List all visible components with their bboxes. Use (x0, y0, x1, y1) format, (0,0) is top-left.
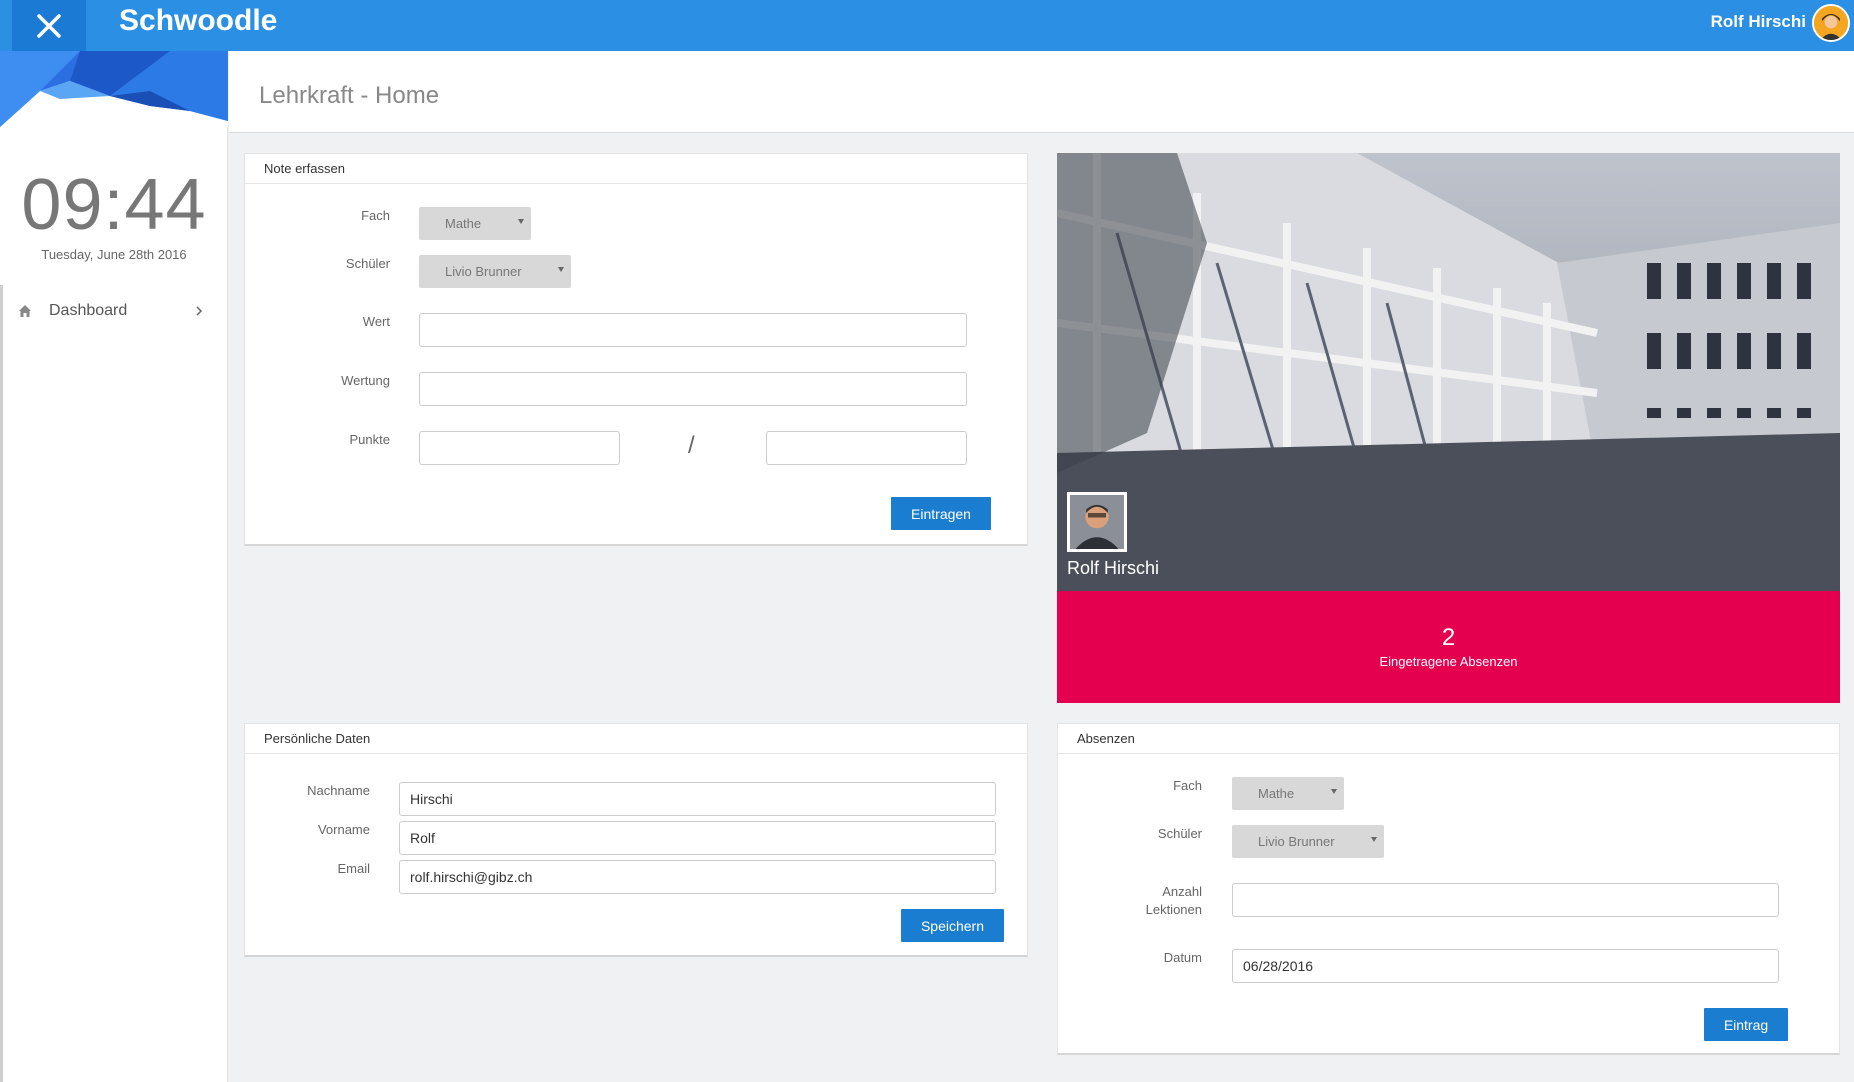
chevron-down-icon (518, 219, 524, 224)
sidebar-banner (0, 51, 228, 127)
chevron-down-icon (558, 267, 564, 272)
points-separator: / (688, 432, 695, 459)
grade-subject-label: Fach (361, 208, 390, 223)
points-achieved-input[interactable] (419, 431, 620, 465)
grade-student-select[interactable]: Livio Brunner (419, 255, 571, 288)
absence-student-label: Schüler (1157, 826, 1202, 841)
absence-count: 2 (1441, 624, 1456, 651)
sidebar-item-label: Dashboard (49, 302, 128, 319)
lessons-input[interactable] (1232, 883, 1779, 917)
absence-date-input[interactable] (1232, 949, 1779, 983)
panel-title: Absenzen (1058, 724, 1839, 754)
points-max-input[interactable] (766, 431, 967, 465)
absence-subject-label: Fach (1173, 778, 1202, 793)
lastname-label: Nachname (307, 783, 370, 798)
absence-summary-card[interactable]: 2 Eingetragene Absenzen (1057, 591, 1840, 703)
email-label: Email (337, 861, 370, 876)
chevron-down-icon (1331, 789, 1337, 794)
chevron-down-icon (1371, 837, 1377, 842)
firstname-input[interactable] (399, 821, 996, 855)
sidebar: 09:44 Tuesday, June 28th 2016 Dashboard (0, 51, 228, 1082)
lessons-label-line1: Anzahl (1162, 884, 1202, 899)
close-icon (37, 13, 61, 38)
grade-points-label: Punkte (349, 432, 390, 447)
profile-cover-image (1057, 153, 1840, 591)
grade-weight-input[interactable] (419, 372, 967, 406)
grade-value-input[interactable] (419, 313, 967, 347)
absence-subject-value: Mathe (1258, 786, 1295, 801)
lessons-label-line2: Lektionen (1145, 902, 1202, 917)
grade-subject-select[interactable]: Mathe (419, 207, 531, 240)
clock: 09:44 (21, 165, 207, 245)
absence-student-value: Livio Brunner (1258, 834, 1335, 849)
sidebar-item-dashboard[interactable]: Dashboard (0, 285, 228, 337)
firstname-label: Vorname (317, 822, 370, 837)
lastname-input[interactable] (399, 782, 996, 816)
grade-weight-label: Wertung (341, 373, 390, 388)
panel-title: Note erfassen (245, 154, 1027, 184)
user-avatar[interactable] (1812, 4, 1850, 42)
home-icon (19, 305, 31, 317)
grade-value-label: Wert (362, 314, 390, 329)
save-button[interactable]: Speichern (901, 909, 1004, 942)
absence-date-label: Datum (1163, 950, 1202, 965)
close-button[interactable] (12, 0, 86, 51)
submit-absence-button[interactable]: Eintrag (1704, 1008, 1788, 1041)
profile-avatar (1067, 492, 1127, 552)
email-input[interactable] (399, 860, 996, 894)
profile-name: Rolf Hirschi (1067, 558, 1160, 578)
page-header: Lehrkraft - Home (229, 51, 1854, 133)
absence-subject-select[interactable]: Mathe (1232, 777, 1344, 810)
clock-date: Tuesday, June 28th 2016 (41, 247, 187, 262)
grade-student-value: Livio Brunner (445, 264, 522, 279)
absence-student-select[interactable]: Livio Brunner (1232, 825, 1384, 858)
top-bar: Schwoodle Rolf Hirschi (0, 0, 1854, 51)
panel-title: Persönliche Daten (245, 724, 1027, 754)
page-title: Lehrkraft - Home (259, 82, 440, 109)
absence-count-label: Eingetragene Absenzen (1379, 654, 1518, 669)
grade-student-label: Schüler (345, 256, 390, 271)
sidebar-divider (0, 337, 3, 1082)
app-title[interactable]: Schwoodle (119, 4, 277, 38)
grade-subject-value: Mathe (445, 216, 482, 231)
chevron-right-icon (196, 306, 203, 316)
user-name[interactable]: Rolf Hirschi (1711, 12, 1806, 32)
submit-grade-button[interactable]: Eintragen (891, 497, 991, 530)
